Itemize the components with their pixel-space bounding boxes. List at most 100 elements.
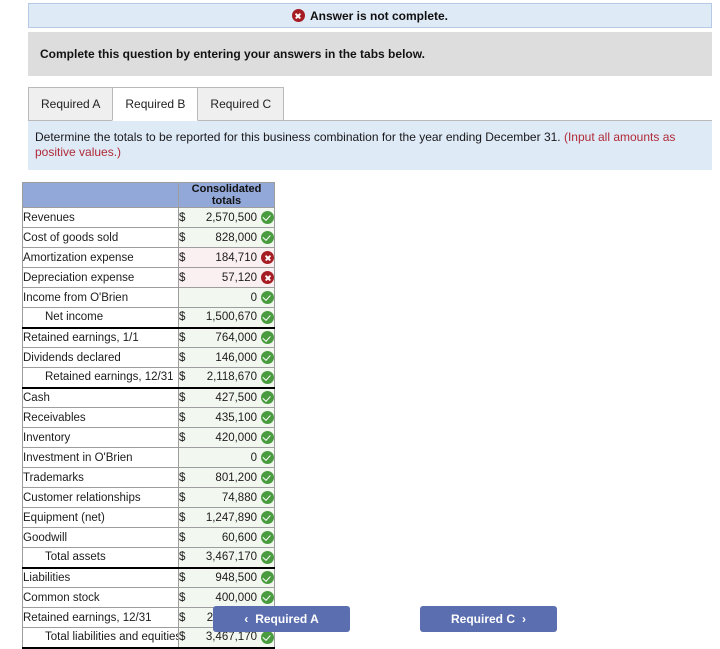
correct-check-icon [261,471,274,484]
table-row: Equipment (net) $1,247,890 [22,507,275,528]
check-icon [261,351,274,364]
amount-cell[interactable]: $60,600 [178,527,275,548]
amount-cell-content: $948,500 [179,569,274,588]
table-row: Amortization expense $184,710 [22,247,275,268]
currency-symbol: $ [179,431,186,444]
correct-check-icon [261,211,274,224]
row-label: Net income [22,307,179,329]
row-label: Common stock [22,587,179,608]
table-body: Revenues $2,570,500 Cost of goods sold $828… [22,207,275,649]
correct-check-icon [261,370,274,384]
check-icon [261,630,274,644]
answer-status-banner-content: Answer is not complete. [291,9,448,23]
amount-value: 764,000 [215,331,257,344]
consolidated-totals-table: Consolidated totals Revenues $2,570,500 Co… [22,182,275,649]
x-icon [261,271,274,284]
prev-required-a-button[interactable]: ‹ Required A [213,606,350,632]
amount-value: 2,118,670 [206,371,257,384]
amount-cell-content: $3,467,170 [179,548,274,567]
amount-cell-content: $57,120 [179,268,274,287]
amount-cell[interactable]: $1,247,890 [178,507,275,528]
amount-cell-content: $801,200 [179,468,274,487]
amount-cell[interactable]: $948,500 [178,567,275,588]
amount-value: 1,247,890 [205,511,257,524]
table-row: Liabilities $948,500 [22,567,275,588]
amount-cell[interactable]: $2,118,670 [178,367,275,389]
row-label: Retained earnings, 12/31 [22,367,179,389]
row-label: Dividends declared [22,347,179,368]
correct-check-icon [261,550,274,564]
amount-cell[interactable]: $435,100 [178,407,275,428]
row-label: Liabilities [22,567,179,588]
amount-value: 74,880 [221,491,257,504]
correct-check-icon [261,451,274,464]
check-icon [261,471,274,484]
amount-cell-content: 0 [179,288,274,307]
amount-cell[interactable]: $400,000 [178,587,275,608]
table-row: Inventory $420,000 [22,427,275,448]
amount-cell-content: $2,570,500 [179,208,274,227]
amount-cell-content: $764,000 [179,329,274,348]
question-prompt-main: Determine the totals to be reported for … [35,130,564,144]
table-header-row: Consolidated totals [22,182,275,208]
currency-symbol: $ [179,571,186,584]
amount-cell-content: $146,000 [179,348,274,367]
currency-symbol: $ [179,311,186,324]
amount-cell[interactable]: 0 [178,447,275,468]
amount-cell[interactable]: $74,880 [178,487,275,508]
consolidated-totals-table-wrapper: Consolidated totals Revenues $2,570,500 Co… [22,182,275,649]
amount-cell-content: $1,500,670 [179,308,274,327]
check-icon [261,411,274,424]
amount-cell[interactable]: $420,000 [178,427,275,448]
currency-symbol: $ [179,531,186,544]
amount-value: 1,500,670 [205,311,257,324]
amount-value: 2,570,500 [205,211,257,224]
check-icon [261,291,274,304]
tab-required-a[interactable]: Required A [28,87,114,121]
check-icon [261,531,274,544]
amount-cell-content: 0 [179,448,274,467]
currency-symbol: $ [179,331,186,344]
amount-cell-content: $1,247,890 [179,508,274,527]
next-required-c-button[interactable]: Required C › [420,606,557,632]
amount-cell[interactable]: $184,710 [178,247,275,268]
amount-cell[interactable]: $1,500,670 [178,307,275,329]
amount-cell[interactable]: 0 [178,287,275,308]
row-label: Customer relationships [22,487,179,508]
amount-cell[interactable]: $2,570,500 [178,207,275,228]
check-icon [261,231,274,244]
tab-required-b[interactable]: Required B [112,87,199,121]
table-row: Depreciation expense $57,120 [22,267,275,288]
amount-cell[interactable]: $3,467,170 [178,547,275,569]
amount-cell[interactable]: $764,000 [178,327,275,348]
row-label: Total assets [22,547,179,569]
amount-cell[interactable]: $801,200 [178,467,275,488]
correct-check-icon [261,331,274,345]
amount-value: 60,600 [221,531,257,544]
footer-navigation: ‹ Required A Required C › [0,606,720,632]
table-row: Trademarks $801,200 [22,467,275,488]
amount-cell[interactable]: $427,500 [178,387,275,408]
instruction-text: Complete this question by entering your … [40,47,425,61]
amount-value: 948,500 [215,571,257,584]
amount-value: 146,000 [215,351,257,364]
currency-symbol: $ [179,491,186,504]
correct-check-icon [261,491,274,504]
amount-cell[interactable]: $828,000 [178,227,275,248]
row-label: Cash [22,387,179,408]
table-row: Cash $427,500 [22,387,275,408]
incorrect-x-icon [261,251,274,264]
correct-check-icon [261,411,274,424]
check-icon [261,211,274,224]
tab-required-c[interactable]: Required C [197,87,285,121]
table-row: Retained earnings, 1/1 $764,000 [22,327,275,348]
amount-cell[interactable]: $146,000 [178,347,275,368]
next-required-c-label: Required C [450,612,515,626]
currency-symbol: $ [179,231,186,244]
check-icon [261,591,274,604]
amount-value: 427,500 [215,391,257,404]
correct-check-icon [261,630,274,644]
currency-symbol: $ [179,271,186,284]
amount-cell[interactable]: $57,120 [178,267,275,288]
amount-value: 420,000 [215,431,257,444]
